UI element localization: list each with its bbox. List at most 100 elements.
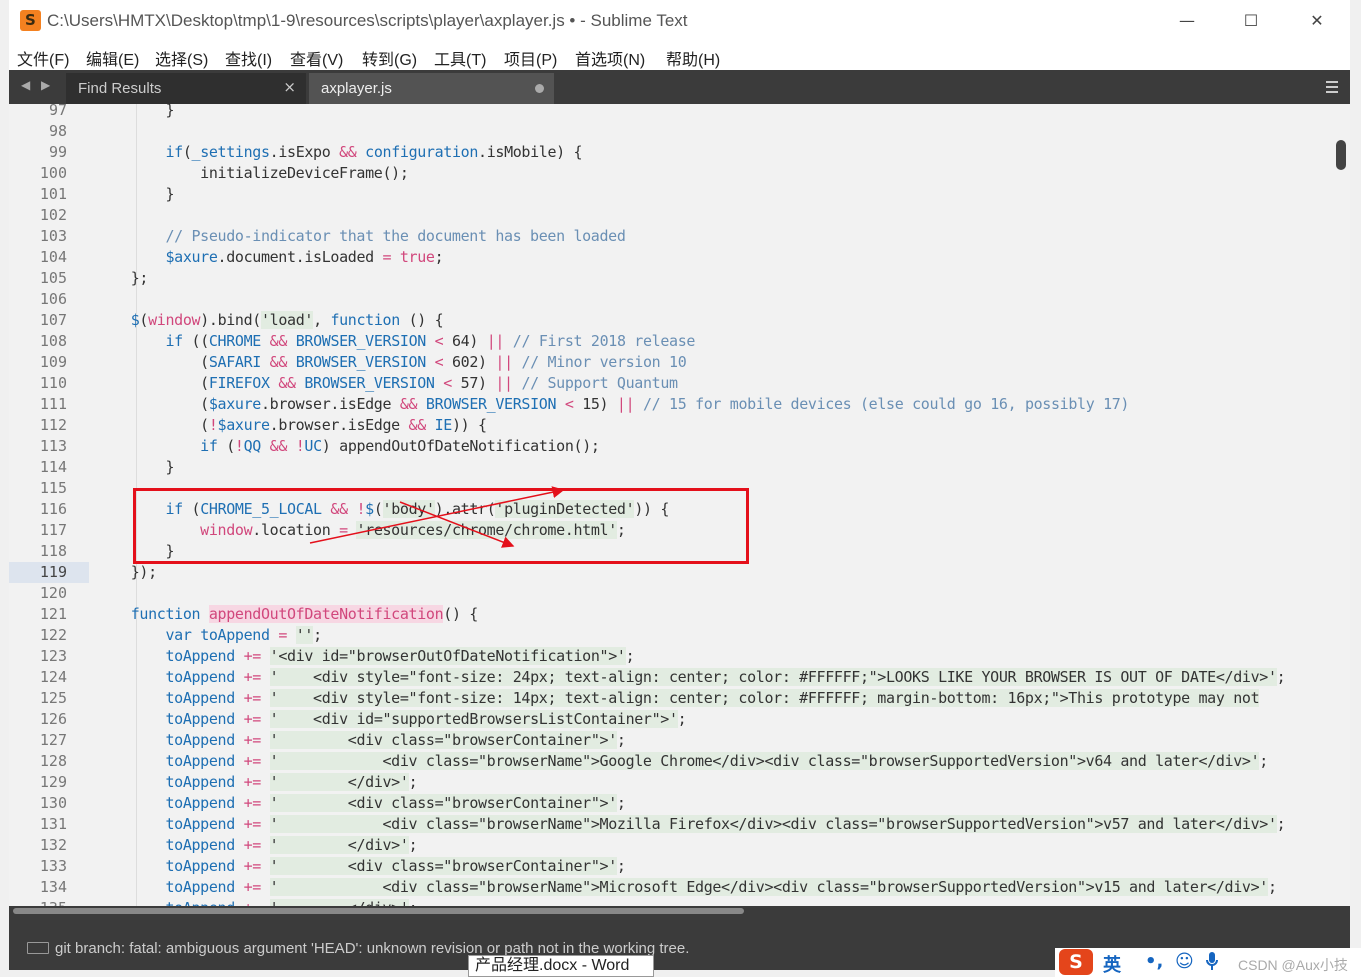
code-line[interactable]: $(window).bind('load', function () { — [96, 310, 444, 331]
console-toggle-icon[interactable] — [27, 942, 49, 954]
code-token: ; — [625, 647, 635, 665]
code-token: '' — [295, 626, 314, 644]
code-token: appendOutOfDateNotification — [208, 605, 444, 623]
title-bar: C:\Users\HMTX\Desktop\tmp\1-9\resources\… — [9, 0, 1350, 42]
code-token: ; — [1276, 815, 1286, 833]
code-line[interactable]: toAppend += ' <div class="browserContain… — [96, 793, 626, 814]
code-token: ' <div id="supportedBrowsersListContaine… — [269, 710, 678, 728]
code-line[interactable]: if ((CHROME && BROWSER_VERSION < 64) || … — [96, 331, 695, 352]
code-line[interactable]: (!$axure.browser.isEdge && IE)) { — [96, 415, 487, 436]
tab-label: axplayer.js — [321, 80, 392, 97]
code-line[interactable]: var toAppend = ''; — [96, 625, 322, 646]
code-line[interactable]: } — [96, 457, 174, 478]
maximize-button[interactable]: ☐ — [1234, 8, 1268, 34]
line-number: 123 — [39, 647, 67, 665]
code-token: $axure — [217, 416, 270, 434]
code-token: () { — [443, 605, 478, 623]
menu-selection[interactable]: 选择(S) — [155, 46, 208, 70]
code-line[interactable]: toAppend += ' <div id="supportedBrowsers… — [96, 709, 687, 730]
code-line[interactable]: (FIREFOX && BROWSER_VERSION < 57) || // … — [96, 373, 678, 394]
code-line[interactable]: toAppend += ' <div class="browserName">G… — [96, 751, 1268, 772]
ime-punctuation-toggle[interactable]: •, — [1145, 951, 1163, 972]
code-token: && — [269, 332, 288, 350]
line-number: 124 — [39, 668, 67, 686]
code-line[interactable]: toAppend += ' <div style="font-size: 24p… — [96, 667, 1286, 688]
code-token: .browser.isEdge — [269, 416, 409, 434]
tab-find-results[interactable]: Find Results × — [66, 73, 306, 104]
code-line[interactable]: ($axure.browser.isEdge && BROWSER_VERSIO… — [96, 394, 1129, 415]
code-token: SAFARI — [208, 353, 261, 371]
code-token: toAppend — [165, 836, 235, 854]
code-token: ; — [677, 710, 687, 728]
tab-axplayer-js[interactable]: axplayer.js — [309, 73, 554, 104]
code-token: ' <div style="font-size: 14px; text-alig… — [269, 689, 1260, 707]
code-line[interactable]: if (!QQ && !UC) appendOutOfDateNotificat… — [96, 436, 600, 457]
code-line[interactable]: toAppend += ' <div class="browserName">M… — [96, 814, 1286, 835]
code-token: toAppend — [165, 878, 235, 896]
menu-find[interactable]: 查找(I) — [225, 46, 272, 70]
menu-bar: 文件(F) 编辑(E) 选择(S) 查找(I) 查看(V) 转到(G) 工具(T… — [9, 42, 1350, 70]
code-token: || — [486, 332, 505, 350]
code-line[interactable]: }; — [96, 268, 149, 289]
menu-edit[interactable]: 编辑(E) — [86, 46, 139, 70]
close-button[interactable]: ✕ — [1300, 8, 1334, 34]
taskbar-tooltip: 产品经理.docx - Word — [468, 955, 654, 977]
code-line[interactable]: } — [96, 184, 174, 205]
menu-tools[interactable]: 工具(T) — [434, 46, 486, 70]
line-number: 111 — [39, 395, 67, 413]
ime-emoji-icon[interactable]: ☺ — [1175, 951, 1194, 972]
code-line[interactable]: toAppend += ' <div class="browserName">M… — [96, 877, 1277, 898]
sublime-window: C:\Users\HMTX\Desktop\tmp\1-9\resources\… — [9, 0, 1350, 970]
code-token: ' <div class="browserContainer">' — [269, 731, 617, 749]
code-line[interactable]: }); — [96, 562, 157, 583]
menu-goto[interactable]: 转到(G) — [362, 46, 417, 70]
horizontal-scrollbar[interactable] — [13, 908, 744, 914]
code-line[interactable]: initializeDeviceFrame(); — [96, 163, 409, 184]
line-number: 120 — [39, 584, 67, 602]
code-line[interactable]: $axure.document.isLoaded = true; — [96, 247, 443, 268]
code-line[interactable]: function appendOutOfDateNotification() { — [96, 604, 478, 625]
line-number: 121 — [39, 605, 67, 623]
code-token: < — [434, 332, 444, 350]
code-token: '<div id="browserOutOfDateNotification">… — [269, 647, 626, 665]
code-line[interactable]: if(_settings.isExpo && configuration.isM… — [96, 142, 582, 163]
code-token: ! — [234, 437, 244, 455]
minimize-button[interactable]: — — [1170, 8, 1204, 34]
menu-project[interactable]: 项目(P) — [504, 46, 557, 70]
code-line[interactable]: toAppend += '<div id="browserOutOfDateNo… — [96, 646, 635, 667]
vertical-scrollbar[interactable] — [1336, 140, 1346, 170]
code-token: FIREFOX — [208, 374, 270, 392]
code-token: }; — [96, 269, 149, 287]
code-line[interactable]: } — [96, 104, 174, 121]
close-tab-icon[interactable]: × — [283, 78, 296, 96]
code-line[interactable]: toAppend += ' <div class="browserContain… — [96, 730, 626, 751]
code-token: window — [148, 311, 201, 329]
code-token: toAppend — [165, 794, 235, 812]
line-number: 129 — [39, 773, 67, 791]
unsaved-dot-icon[interactable] — [535, 84, 544, 93]
code-line[interactable]: // Pseudo-indicator that the document ha… — [96, 226, 625, 247]
code-line[interactable]: (SAFARI && BROWSER_VERSION < 602) || // … — [96, 352, 687, 373]
tab-scroll-right-icon[interactable]: ▶ — [41, 78, 55, 94]
menu-file[interactable]: 文件(F) — [17, 46, 69, 70]
code-line[interactable]: toAppend += ' </div>'; — [96, 835, 418, 856]
tab-scroll-left-icon[interactable]: ◀ — [21, 78, 35, 94]
code-line[interactable]: toAppend += ' </div>'; — [96, 772, 418, 793]
code-line[interactable]: toAppend += ' <div class="browserContain… — [96, 856, 626, 877]
code-line[interactable]: toAppend += ' <div style="font-size: 14p… — [96, 688, 1260, 709]
code-token: += — [243, 773, 262, 791]
code-token: // Support Quantum — [521, 374, 678, 392]
menu-hamburger-icon[interactable] — [1326, 81, 1338, 96]
ime-mic-icon[interactable] — [1205, 951, 1219, 976]
menu-preferences[interactable]: 首选项(N) — [575, 46, 645, 70]
ime-language-toggle[interactable]: 英 — [1103, 951, 1121, 977]
menu-view[interactable]: 查看(V) — [290, 46, 343, 70]
menu-help[interactable]: 帮助(H) — [666, 46, 720, 70]
sogou-ime-icon[interactable]: S — [1059, 949, 1093, 975]
